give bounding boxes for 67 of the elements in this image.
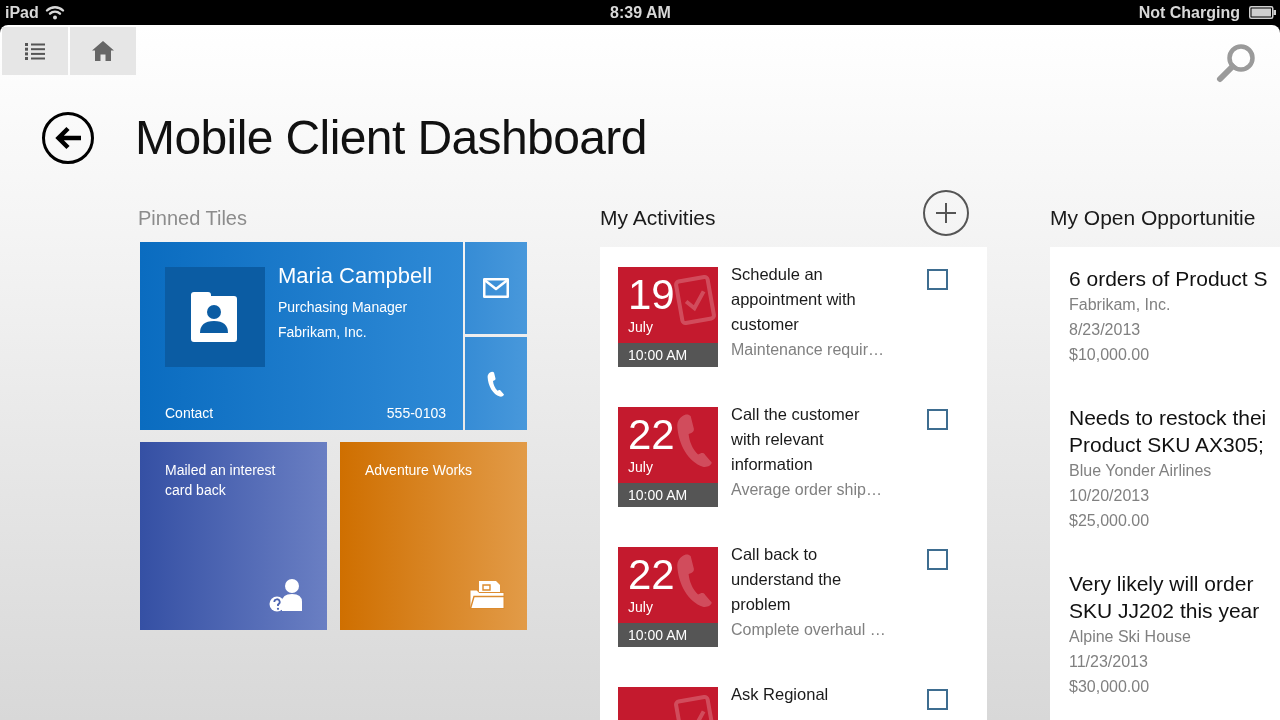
activity-description: Maintenance requir… (731, 340, 883, 360)
search-button[interactable] (1216, 43, 1256, 83)
opportunity-date: 8/23/2013 (1069, 320, 1142, 340)
status-time: 8:39 AM (610, 2, 671, 23)
home-button[interactable] (70, 27, 136, 75)
activity-time: 10:00 AM (618, 623, 718, 647)
contact-card-icon (165, 267, 265, 367)
opportunity-account: Fabrikam, Inc. (1069, 295, 1172, 315)
activity-description: Average order ship… (731, 480, 883, 500)
checkbox[interactable] (927, 269, 948, 290)
list-button[interactable] (2, 27, 68, 75)
battery-status: Not Charging (1138, 2, 1240, 23)
carrier-label: iPad (5, 2, 39, 23)
contact-name: Maria Campbell (278, 263, 433, 289)
tile-label: Adventure Works (365, 461, 473, 480)
section-heading: Pinned Tiles (138, 205, 247, 230)
date-day: 19 (628, 272, 675, 318)
contact-phone: 555-0103 (386, 405, 446, 422)
plus-icon (936, 203, 956, 223)
contact-job-title: Purchasing Manager (278, 298, 408, 317)
checkbox[interactable] (927, 409, 948, 430)
account-tile[interactable]: Adventure Works (340, 442, 527, 630)
page-title: Mobile Client Dashboard (135, 110, 647, 166)
battery-icon (1249, 6, 1276, 19)
home-icon (92, 41, 114, 61)
back-button[interactable] (42, 112, 94, 164)
date-month: July (628, 318, 653, 336)
activity-time: 10:00 AM (618, 343, 718, 367)
opportunity-account: Alpine Ski House (1069, 627, 1192, 647)
arrow-left-icon (55, 126, 81, 150)
section-heading: My Open Opportunitie (1050, 204, 1256, 231)
activity-title: Ask Regional (731, 684, 830, 705)
mail-icon (483, 278, 509, 298)
activity-title: Call back to understand the problem (731, 544, 843, 615)
checkbox[interactable] (927, 689, 948, 710)
phone-icon (487, 370, 505, 397)
search-icon (1216, 43, 1256, 83)
email-button[interactable] (465, 242, 527, 334)
date-month: July (628, 598, 653, 616)
activity-title: Call the customer with relevant information (731, 404, 861, 475)
add-button[interactable] (923, 190, 969, 236)
opportunity-amount: $10,000.00 (1069, 345, 1151, 365)
contact-company: Fabrikam, Inc. (278, 323, 367, 342)
activity-title: Schedule an appointment with customer (731, 264, 857, 335)
activity-time: 10:00 AM (618, 483, 718, 507)
activity-description: Complete overhaul … (731, 620, 883, 640)
person-question-icon (269, 578, 305, 612)
opportunity-title: Very likely will order SKU JJ202 this year (1069, 571, 1261, 624)
opportunity-date: 11/23/2013 (1069, 652, 1149, 672)
opportunity-title: 6 orders of Product S (1069, 266, 1269, 292)
checkbox[interactable] (927, 549, 948, 570)
date-month: July (628, 458, 653, 476)
date-day: 22 (628, 552, 675, 598)
opportunity-amount: $30,000.00 (1069, 677, 1151, 697)
opportunity-amount: $25,000.00 (1069, 511, 1151, 531)
call-button[interactable] (465, 337, 527, 430)
activity-tile[interactable]: Mailed an interest card back (140, 442, 327, 630)
opportunity-date: 10/20/2013 (1069, 486, 1151, 506)
wifi-icon (44, 5, 65, 20)
tile-type-label: Contact (165, 405, 214, 422)
opportunity-account: Blue Yonder Airlines (1069, 461, 1213, 481)
date-day: 22 (628, 412, 675, 458)
section-heading: My Activities (600, 204, 716, 231)
folder-icon (469, 580, 505, 610)
list-icon (25, 42, 45, 60)
tile-label: Mailed an interest card back (165, 461, 277, 500)
opportunity-title: Needs to restock thei Product SKU AX305; (1069, 405, 1268, 458)
